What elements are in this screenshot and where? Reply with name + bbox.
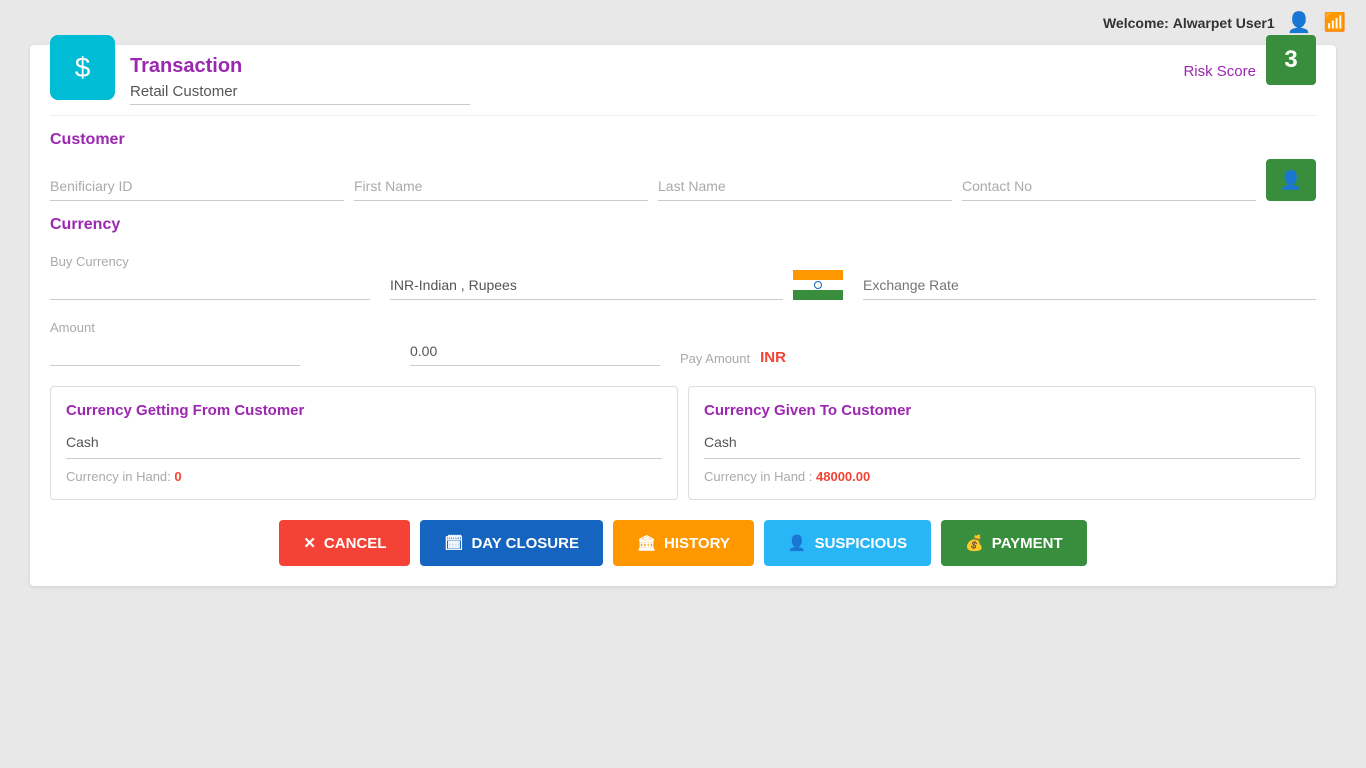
beneficiary-id-field <box>50 172 354 201</box>
currency-getting-in-hand-label: Currency in Hand: <box>66 469 171 484</box>
retail-customer-row: Retail Customer <box>110 78 1336 115</box>
currency-given-in-hand-value: 48000.00 <box>816 469 870 484</box>
history-label: HISTORY <box>664 535 730 552</box>
buy-currency-value-field <box>390 270 843 300</box>
welcome-text: Welcome: Alwarpet User1 <box>1103 15 1275 31</box>
top-bar: Welcome: Alwarpet User1 👤 📶 <box>0 0 1366 45</box>
ashoka-chakra <box>814 281 822 289</box>
pay-amount-field: Pay Amount INR <box>660 349 1316 366</box>
pay-amount-value: INR <box>760 349 786 366</box>
flag-bottom <box>793 290 843 300</box>
currency-getting-in-hand-value: 0 <box>174 469 181 484</box>
currency-given-title: Currency Given To Customer <box>704 402 1300 419</box>
day-closure-label: DAY CLOSURE <box>471 535 579 552</box>
currency-section-title: Currency <box>30 201 1336 244</box>
customer-form-grid: 👤 <box>30 159 1336 201</box>
risk-score-label: Risk Score <box>1183 63 1256 80</box>
contact-no-field <box>962 172 1266 201</box>
amount-label: Amount <box>50 320 390 335</box>
history-button[interactable]: 🏛 HISTORY <box>613 520 754 566</box>
amount-row: Amount Pay Amount INR <box>30 300 1336 366</box>
cancel-label: CANCEL <box>324 535 387 552</box>
transaction-title: Transaction <box>130 45 1336 78</box>
suspicious-button[interactable]: 👤 SUSPICIOUS <box>764 520 931 566</box>
username: Alwarpet User1 <box>1173 15 1275 31</box>
amount-value-input[interactable] <box>410 337 660 366</box>
wifi-icon: 📶 <box>1324 12 1346 33</box>
retail-customer-text: Retail Customer <box>130 83 470 105</box>
amount-input[interactable] <box>50 337 300 366</box>
user-icon: 👤 <box>1287 10 1312 35</box>
cancel-icon: ✕ <box>303 534 316 552</box>
amount-label-field: Amount <box>50 320 390 366</box>
flag-top <box>793 270 843 280</box>
risk-score-value: 3 <box>1284 46 1297 74</box>
currency-getting-cash: Cash <box>66 434 662 459</box>
suspicious-icon: 👤 <box>788 534 807 552</box>
search-user-icon: 👤 <box>1280 170 1302 191</box>
day-closure-button[interactable]: 🗓 DAY CLOSURE <box>420 520 603 566</box>
india-flag <box>793 270 843 300</box>
cancel-button[interactable]: ✕ CANCEL <box>279 520 410 566</box>
currency-given-cash: Cash <box>704 434 1300 459</box>
user-search-button[interactable]: 👤 <box>1266 159 1316 201</box>
buy-currency-label-field: Buy Currency <box>50 254 390 300</box>
contact-no-input[interactable] <box>962 172 1256 201</box>
currency-getting-box: Currency Getting From Customer Cash Curr… <box>50 386 678 500</box>
buy-currency-input[interactable] <box>50 271 370 300</box>
flag-mid <box>793 280 843 290</box>
buy-currency-value-input[interactable] <box>390 271 783 300</box>
day-closure-icon: 🗓 <box>444 534 463 552</box>
pay-amount-label: Pay Amount <box>680 351 750 366</box>
logo-box: $ <box>50 35 115 100</box>
currency-given-in-hand-label: Currency in Hand : <box>704 469 812 484</box>
exchange-rate-input[interactable] <box>863 271 1316 300</box>
risk-score-badge: 3 <box>1266 35 1316 85</box>
payment-button[interactable]: 💰 PAYMENT <box>941 520 1087 566</box>
currency-given-box: Currency Given To Customer Cash Currency… <box>688 386 1316 500</box>
suspicious-label: SUSPICIOUS <box>815 535 908 552</box>
currency-getting-title: Currency Getting From Customer <box>66 402 662 419</box>
history-icon: 🏛 <box>637 534 656 552</box>
last-name-field <box>658 172 962 201</box>
welcome-label: Welcome: <box>1103 15 1169 31</box>
customer-section-title: Customer <box>30 116 1336 159</box>
currency-getting-in-hand: Currency in Hand: 0 <box>66 469 662 484</box>
currency-row: Buy Currency <box>30 244 1336 300</box>
main-container: $ Risk Score 3 Transaction Retail Custom… <box>30 45 1336 586</box>
buy-currency-label: Buy Currency <box>50 254 390 269</box>
exchange-rate-field <box>843 271 1316 300</box>
beneficiary-id-input[interactable] <box>50 172 344 201</box>
last-name-input[interactable] <box>658 172 952 201</box>
payment-label: PAYMENT <box>992 535 1063 552</box>
first-name-input[interactable] <box>354 172 648 201</box>
dollar-icon: $ <box>75 52 91 84</box>
currency-boxes-row: Currency Getting From Customer Cash Curr… <box>30 366 1336 500</box>
currency-given-in-hand: Currency in Hand : 48000.00 <box>704 469 1300 484</box>
payment-icon: 💰 <box>965 534 984 552</box>
first-name-field <box>354 172 658 201</box>
buttons-row: ✕ CANCEL 🗓 DAY CLOSURE 🏛 HISTORY 👤 SUSPI… <box>30 500 1336 566</box>
